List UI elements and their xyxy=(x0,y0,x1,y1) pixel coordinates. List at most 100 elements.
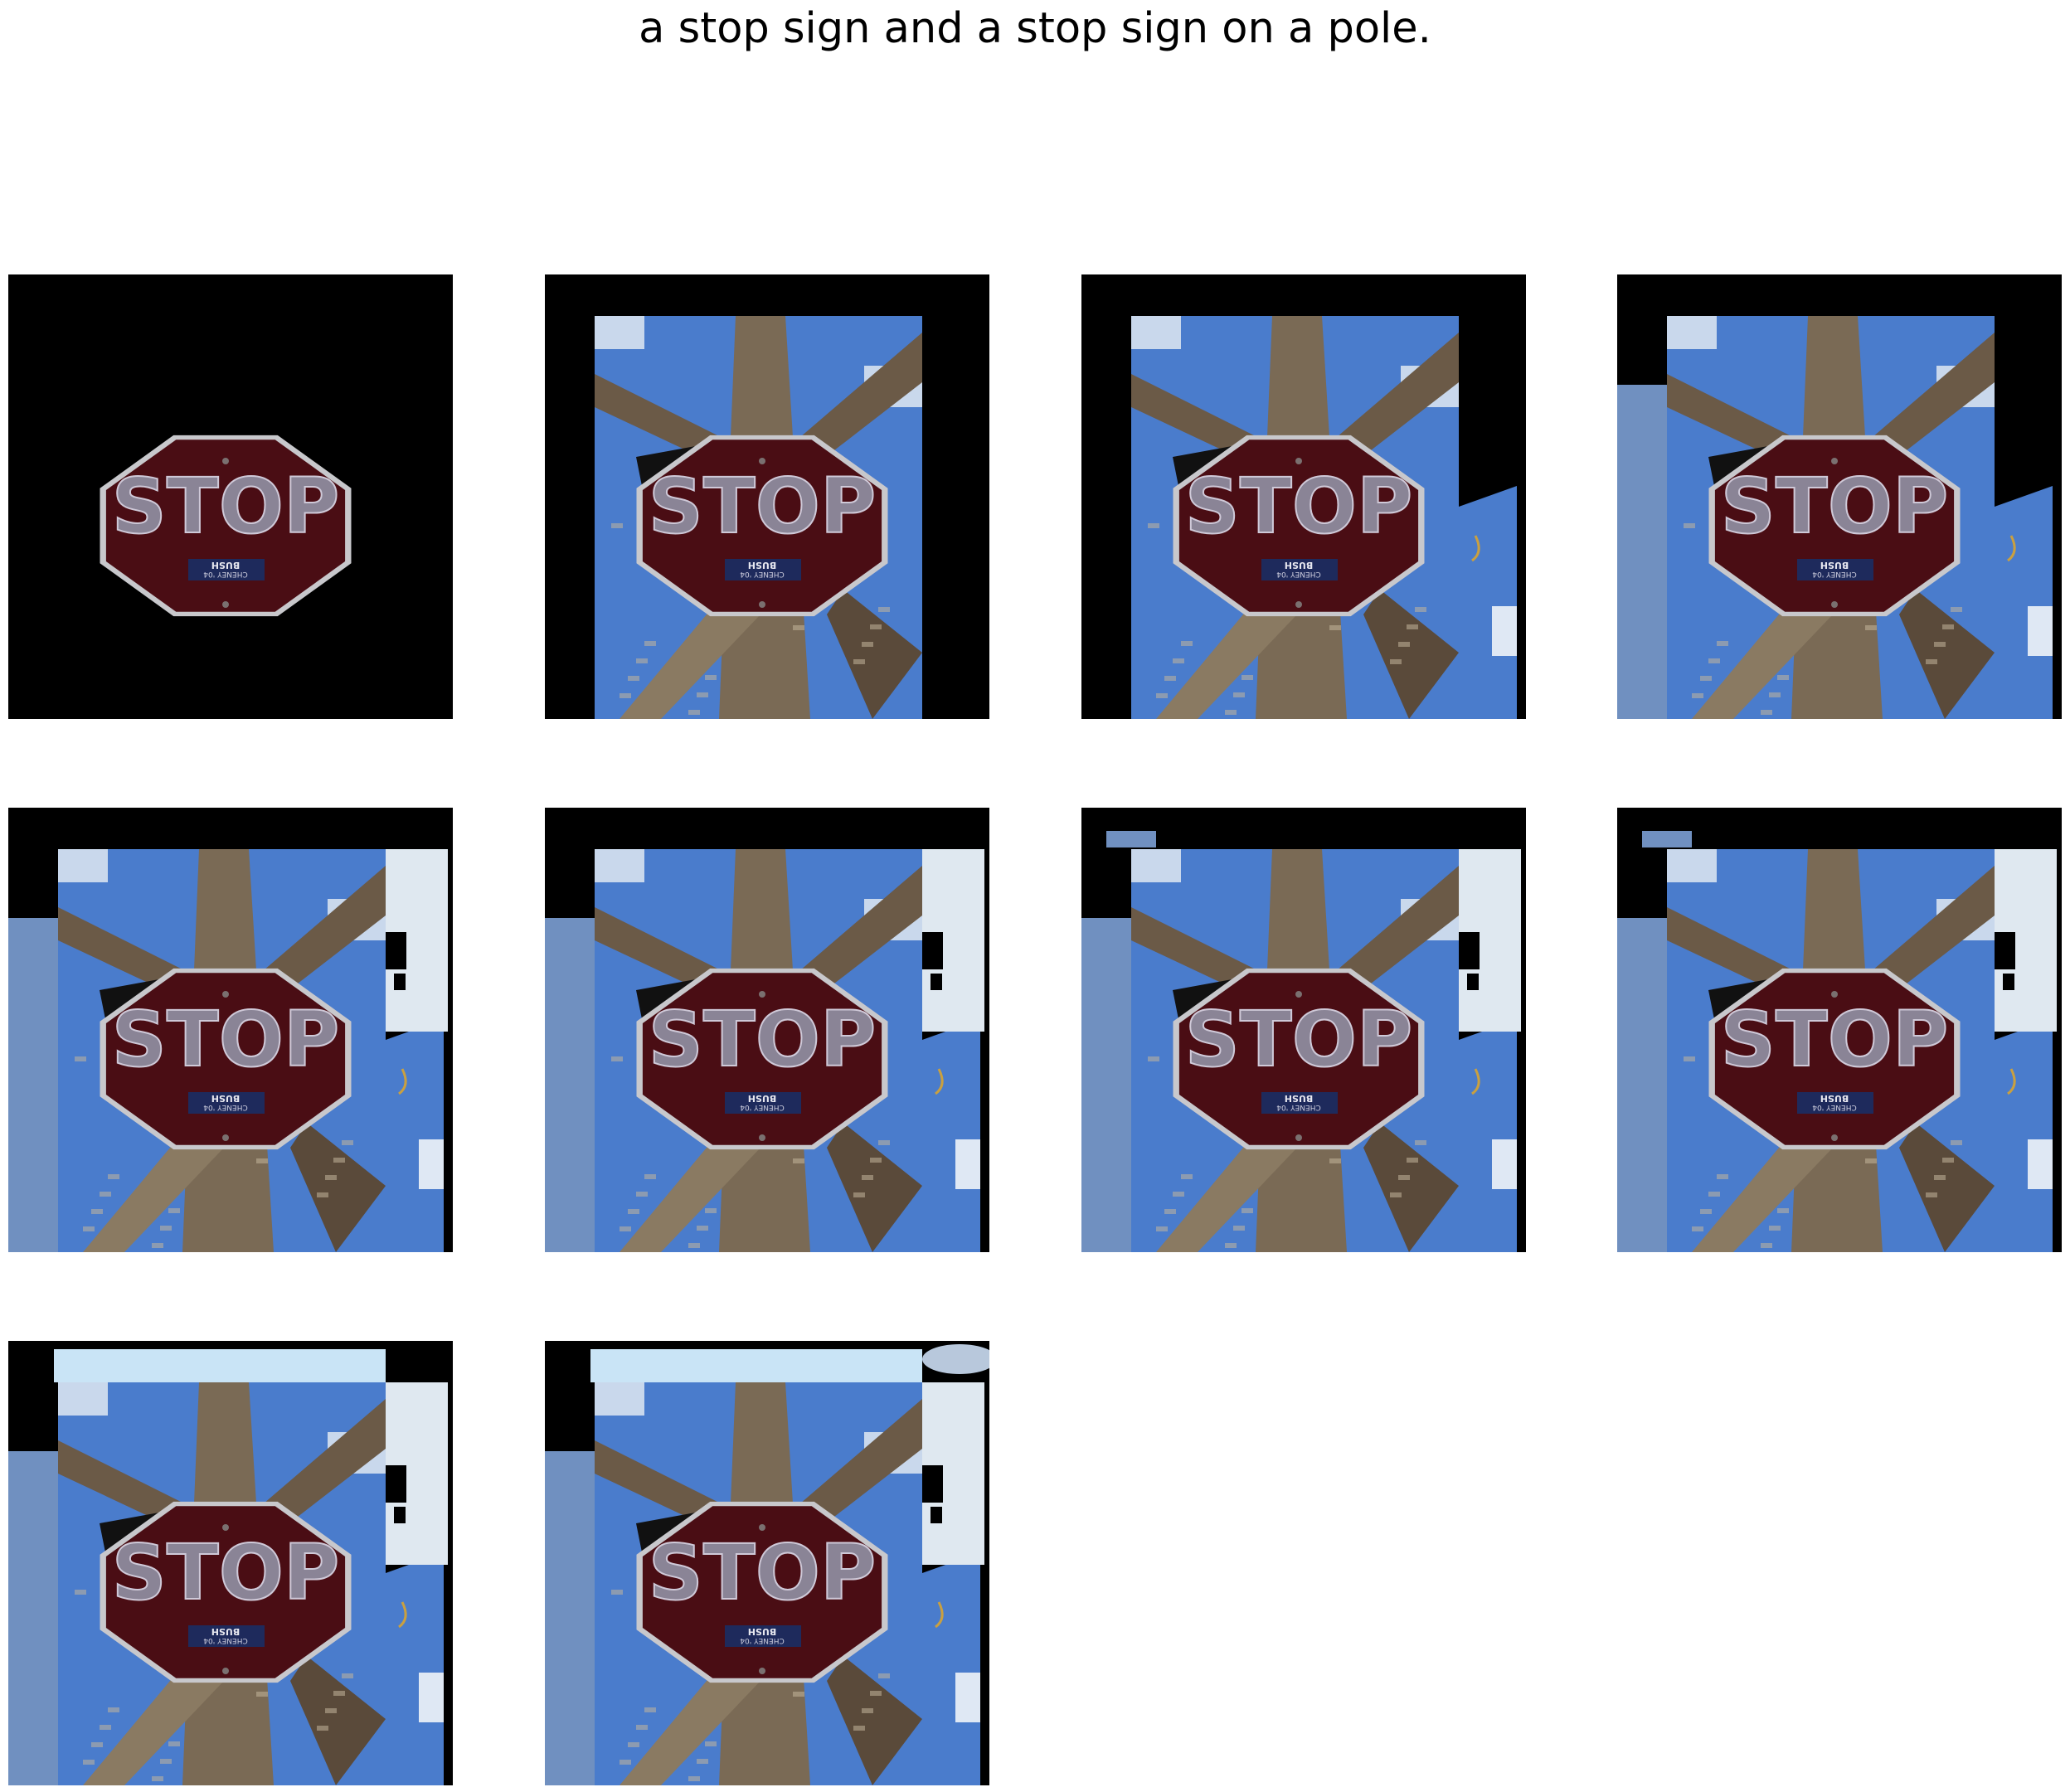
right-sky-fill xyxy=(922,1019,980,1252)
sky-patch xyxy=(1667,316,1717,349)
sign-bolt xyxy=(222,1668,229,1674)
bark-texture xyxy=(342,1140,353,1145)
sign-bolt xyxy=(1295,601,1302,608)
bark-texture xyxy=(644,1174,656,1179)
bark-texture xyxy=(333,1158,345,1163)
bark-texture xyxy=(160,1226,172,1231)
mask-gap xyxy=(394,1507,406,1523)
bark-texture xyxy=(862,1708,873,1713)
bark-texture xyxy=(688,710,700,715)
bark-texture xyxy=(1865,1158,1877,1163)
bark-texture xyxy=(333,1691,345,1696)
bark-texture xyxy=(870,1158,882,1163)
sky-region xyxy=(1459,1019,1517,1252)
panel-image: STOP BUSHCHENEY '04 xyxy=(8,1349,448,1785)
bark-texture xyxy=(1225,710,1237,715)
bark-texture xyxy=(793,1158,804,1163)
bark-texture xyxy=(620,1226,631,1231)
sky-patch xyxy=(1667,849,1717,882)
bark-texture xyxy=(108,1707,119,1712)
stop-sign: STOP BUSHCHENEY '04 xyxy=(636,968,888,1150)
left-blue-strip xyxy=(8,918,58,1252)
right-sky-fill xyxy=(386,1019,444,1252)
bark-texture xyxy=(1398,1175,1410,1180)
mask-gap xyxy=(1995,932,2015,969)
bark-texture xyxy=(1769,692,1781,697)
bark-texture xyxy=(1181,641,1193,646)
sky-patch xyxy=(58,849,108,882)
bark-texture xyxy=(1934,642,1946,647)
sky-region xyxy=(922,1019,980,1252)
right-sky-fill xyxy=(1995,1019,2053,1252)
bark-texture xyxy=(1156,693,1168,698)
bark-texture xyxy=(1233,1226,1245,1231)
bark-texture xyxy=(636,1192,648,1197)
cloud xyxy=(955,1673,980,1722)
bark-texture xyxy=(1926,1192,1937,1197)
sign-bolt xyxy=(759,1524,765,1531)
sky-patch xyxy=(595,1382,644,1416)
bark-texture xyxy=(628,676,639,681)
bark-texture xyxy=(317,1192,328,1197)
right-sky-fill xyxy=(1995,486,2053,719)
bark-texture xyxy=(1398,642,1410,647)
sky-region xyxy=(386,1019,444,1252)
right-pale-fill xyxy=(1995,849,2057,1032)
bark-texture xyxy=(1777,675,1789,680)
bark-texture xyxy=(1700,676,1712,681)
sky-region xyxy=(922,1552,980,1785)
sign-bolt xyxy=(1295,991,1302,998)
sign-bolt xyxy=(759,458,765,464)
right-pale-fill xyxy=(922,849,984,1032)
bark-texture xyxy=(620,693,631,698)
sticker-text: BUSH xyxy=(1285,560,1313,571)
bark-texture xyxy=(1329,1158,1341,1163)
sign-bolt xyxy=(759,1668,765,1674)
sticker-text: CHENEY '04 xyxy=(740,1103,785,1111)
sign-bolt xyxy=(1831,991,1838,998)
right-sky-fill xyxy=(1459,1019,1517,1252)
bark-texture xyxy=(870,1691,882,1696)
bark-texture xyxy=(256,1158,268,1163)
sticker-text: CHENEY '04 xyxy=(203,1636,248,1644)
sticker-text: BUSH xyxy=(748,560,776,571)
sticker-text: CHENEY '04 xyxy=(1276,570,1321,578)
bark-texture xyxy=(1708,658,1720,663)
bark-texture xyxy=(1708,1192,1720,1197)
bark-texture xyxy=(1692,693,1703,698)
bark-texture xyxy=(628,1742,639,1747)
bark-texture xyxy=(108,1174,119,1179)
panel-image: STOP BUSHCHENEY '04 xyxy=(1131,316,1517,719)
left-blue-strip xyxy=(1081,918,1131,1252)
bark-texture xyxy=(91,1742,103,1747)
bark-texture xyxy=(1942,624,1954,629)
mask-gap xyxy=(394,974,406,990)
bark-texture xyxy=(91,1209,103,1214)
sign-bolt xyxy=(1831,458,1838,464)
bark-texture xyxy=(793,1692,804,1697)
stop-sign: STOP BUSHCHENEY '04 xyxy=(1173,435,1425,617)
stop-sign: STOP BUSHCHENEY '04 xyxy=(1708,435,1961,617)
sign-bolt xyxy=(222,1134,229,1141)
outpaint-panel-4: STOP BUSH CHENEY '04 xyxy=(1617,274,2062,719)
bark-texture xyxy=(83,1760,95,1765)
sign-bolt xyxy=(1831,601,1838,608)
bark-texture xyxy=(1164,676,1176,681)
bark-texture xyxy=(1684,523,1695,528)
sticker-text: CHENEY '04 xyxy=(203,570,248,578)
sign-stop-text: STOP xyxy=(1185,995,1413,1084)
bark-texture xyxy=(317,1726,328,1731)
sticker-text: BUSH xyxy=(1820,1093,1849,1104)
bark-texture xyxy=(1415,607,1426,612)
sign-bolt xyxy=(759,1134,765,1141)
bark-texture xyxy=(697,1226,708,1231)
left-blue-strip xyxy=(545,1451,595,1785)
top-sky-band xyxy=(54,1349,386,1382)
sticker-text: CHENEY '04 xyxy=(1812,570,1857,578)
bark-texture xyxy=(644,641,656,646)
sign-bolt xyxy=(759,601,765,608)
mask-gap xyxy=(2003,974,2014,990)
sign-stop-text: STOP xyxy=(1721,995,1949,1084)
bark-texture xyxy=(1329,625,1341,630)
sky-patch xyxy=(595,316,644,349)
